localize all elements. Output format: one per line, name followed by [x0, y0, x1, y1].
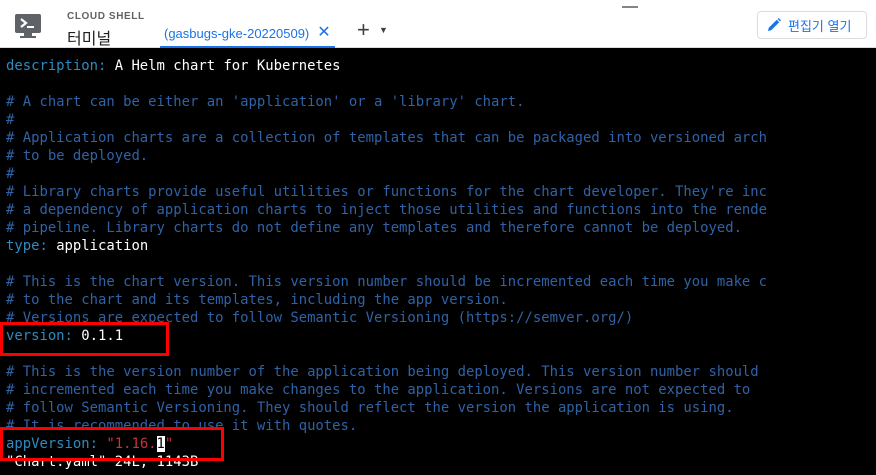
add-tab-button[interactable]: + ▼ [357, 17, 391, 42]
terminal-line: # Library charts provide useful utilitie… [6, 184, 768, 200]
terminal-line: # a dependency of application charts to … [6, 202, 768, 218]
terminal-line: # This is the chart version. This versio… [6, 274, 768, 290]
terminal-tab-label[interactable]: (gasbugs-gke-20220509) [164, 26, 309, 42]
open-editor-label: 편집기 열기 [788, 18, 852, 34]
terminal-line: # [6, 112, 15, 128]
terminal-line: type: application [6, 238, 149, 254]
version-highlight-box [0, 322, 169, 356]
terminal-tab[interactable]: (gasbugs-gke-20220509) ✕ [160, 18, 335, 48]
terminal-output[interactable]: description: A Helm chart for Kubernetes… [0, 48, 876, 475]
pencil-icon [768, 18, 781, 31]
chevron-down-icon: ▼ [379, 25, 388, 35]
terminal-line: # incremented each time you make changes… [6, 382, 751, 398]
terminal-line: # [6, 166, 15, 182]
brand-title: 터미널 [67, 31, 112, 48]
terminal-line: # This is the version number of the appl… [6, 364, 759, 380]
terminal-line: description: A Helm chart for Kubernetes [6, 58, 341, 74]
plus-icon: + [357, 17, 370, 42]
resize-grip[interactable] [622, 6, 638, 8]
terminal-line: # Application charts are a collection of… [6, 130, 768, 146]
terminal-line: # A chart can be either an 'application'… [6, 94, 525, 110]
terminal-line: # follow Semantic Versioning. They shoul… [6, 400, 734, 416]
close-icon[interactable]: ✕ [317, 25, 330, 41]
brand-subtitle: CLOUD SHELL [67, 11, 145, 22]
terminal-line: # to the chart and its templates, includ… [6, 292, 508, 308]
open-editor-button[interactable]: 편집기 열기 [757, 11, 867, 39]
terminal-line: # pipeline. Library charts do not define… [6, 220, 742, 236]
cloud-shell-header: CLOUD SHELL 터미널 (gasbugs-gke-20220509) ✕… [0, 0, 876, 48]
cloud-shell-logo-icon [15, 14, 41, 38]
terminal-line: # to be deployed. [6, 148, 149, 164]
appversion-highlight-box [0, 427, 224, 461]
